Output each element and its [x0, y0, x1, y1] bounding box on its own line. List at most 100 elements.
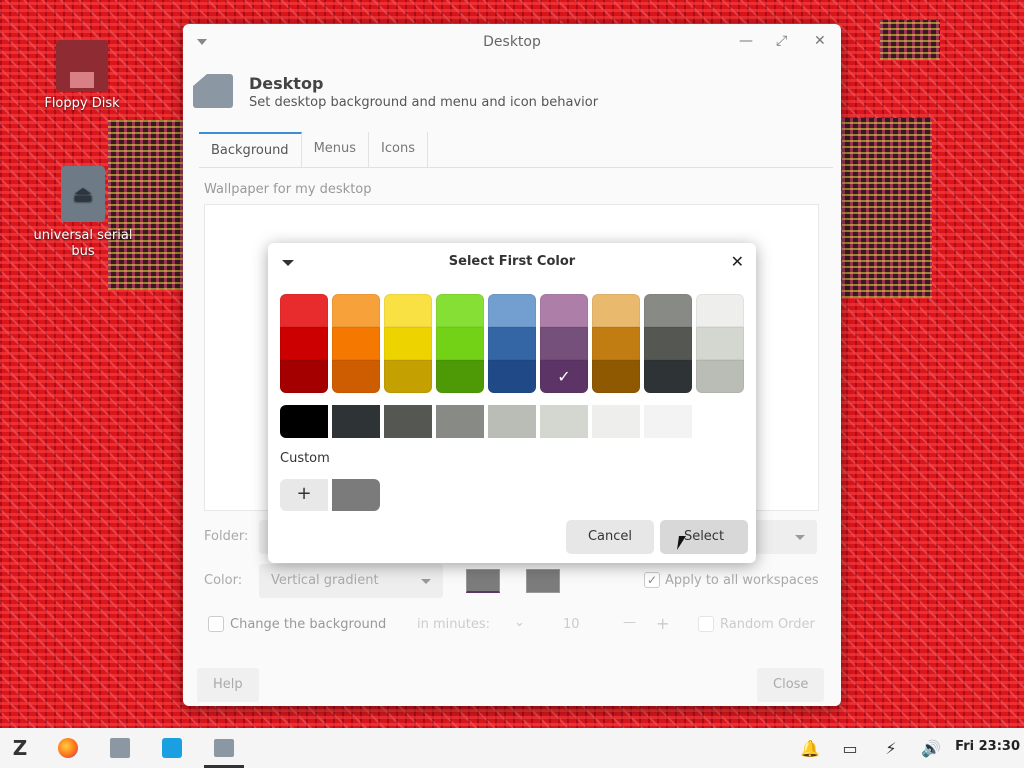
desktop-settings-icon[interactable] — [210, 734, 238, 762]
color-swatch[interactable] — [592, 294, 640, 327]
desktop-icon-label: Floppy Disk — [44, 96, 120, 111]
chevron-down-icon — [795, 535, 805, 540]
color-label: Color: — [204, 573, 243, 588]
chevron-down-icon: ⌄ — [514, 615, 525, 630]
display-icon[interactable]: ▭ — [836, 734, 864, 762]
color-palette: ✓ — [280, 294, 744, 393]
close-icon[interactable]: ✕ — [814, 33, 826, 49]
clock[interactable]: Fri 23:30 — [955, 739, 1020, 754]
color-swatch[interactable] — [696, 327, 744, 360]
floppy-disk-icon — [56, 40, 108, 92]
gray-swatch[interactable] — [488, 405, 536, 438]
gray-swatch[interactable] — [384, 405, 432, 438]
interval-unit-combo[interactable]: in minutes: — [417, 617, 490, 632]
folder-label: Folder: — [204, 529, 249, 544]
color-swatch[interactable] — [384, 360, 432, 393]
color-swatch[interactable] — [696, 294, 744, 327]
custom-label: Custom — [280, 451, 330, 466]
wallpaper-label: Wallpaper for my desktop — [204, 182, 372, 197]
color-swatch[interactable] — [540, 294, 588, 327]
color-swatch[interactable] — [592, 360, 640, 393]
gray-swatch[interactable] — [696, 405, 744, 438]
second-color-button[interactable] — [526, 569, 560, 593]
tab-icons[interactable]: Icons — [369, 132, 428, 167]
minimize-icon[interactable]: — — [739, 33, 753, 49]
color-swatch[interactable] — [436, 360, 484, 393]
desktop-icon-label: universal serial bus — [33, 228, 133, 259]
color-mode-combo[interactable]: Vertical gradient — [259, 564, 443, 598]
color-swatch[interactable] — [280, 294, 328, 327]
color-swatch[interactable] — [436, 294, 484, 327]
firefox-icon[interactable] — [54, 734, 82, 762]
color-swatch[interactable] — [644, 327, 692, 360]
desktop-app-icon — [193, 74, 233, 108]
color-swatch[interactable] — [540, 327, 588, 360]
gray-palette — [280, 405, 744, 438]
color-swatch[interactable] — [332, 327, 380, 360]
color-swatch[interactable] — [644, 360, 692, 393]
color-swatch-selected[interactable]: ✓ — [540, 360, 588, 393]
custom-color-swatch[interactable] — [332, 479, 380, 511]
palette-column — [488, 294, 536, 393]
app-header: Desktop Set desktop background and menu … — [193, 74, 598, 110]
color-swatch[interactable] — [488, 294, 536, 327]
maximize-icon[interactable]: ⤢ — [776, 33, 787, 49]
color-swatch[interactable] — [488, 360, 536, 393]
app-name: Desktop — [249, 74, 324, 93]
gray-swatch[interactable] — [644, 405, 692, 438]
color-swatch[interactable] — [332, 294, 380, 327]
help-button[interactable]: Help — [197, 668, 259, 702]
close-icon[interactable]: ✕ — [731, 252, 744, 271]
checkmark-icon: ✓ — [557, 367, 571, 386]
interval-value[interactable]: 10 — [563, 617, 580, 632]
random-order-checkbox[interactable] — [698, 616, 714, 632]
gray-swatch[interactable] — [436, 405, 484, 438]
dialog-title: Select First Color — [448, 254, 576, 269]
color-mode-value: Vertical gradient — [271, 573, 379, 588]
change-background-checkbox[interactable] — [208, 616, 224, 632]
software-store-icon[interactable] — [158, 734, 186, 762]
apply-all-checkbox[interactable]: ✓ — [644, 572, 660, 588]
tab-background[interactable]: Background — [199, 132, 302, 167]
gray-swatch[interactable] — [280, 405, 328, 438]
gray-swatch[interactable] — [592, 405, 640, 438]
app-description: Set desktop background and menu and icon… — [249, 95, 599, 110]
tab-bar: Background Menus Icons — [199, 132, 833, 168]
gray-swatch[interactable] — [332, 405, 380, 438]
color-swatch[interactable] — [384, 294, 432, 327]
palette-column — [436, 294, 484, 393]
color-swatch[interactable] — [280, 360, 328, 393]
gray-swatch[interactable] — [540, 405, 588, 438]
color-swatch[interactable] — [384, 327, 432, 360]
volume-icon[interactable]: 🔊 — [917, 734, 945, 762]
increase-icon[interactable]: + — [656, 614, 669, 633]
color-swatch[interactable] — [488, 327, 536, 360]
power-icon[interactable]: ⚡ — [877, 734, 905, 762]
files-icon[interactable] — [106, 734, 134, 762]
add-custom-color-button[interactable]: + — [280, 479, 328, 511]
color-swatch[interactable] — [592, 327, 640, 360]
color-swatch[interactable] — [280, 327, 328, 360]
decrease-icon[interactable]: — — [623, 615, 636, 630]
palette-column — [280, 294, 328, 393]
window-titlebar: Desktop — ⤢ ✕ — [183, 24, 841, 62]
select-button[interactable]: Select — [660, 520, 748, 554]
palette-column — [384, 294, 432, 393]
palette-column: ✓ — [540, 294, 588, 393]
color-swatch[interactable] — [696, 360, 744, 393]
wallpaper-noise-3 — [880, 20, 940, 60]
desktop-icon-floppy[interactable]: Floppy Disk — [40, 40, 124, 112]
notifications-icon[interactable]: 🔔 — [796, 734, 824, 762]
zorin-menu-icon[interactable]: Z — [6, 734, 34, 762]
close-button[interactable]: Close — [757, 668, 825, 702]
first-color-button[interactable] — [466, 569, 500, 593]
taskbar: Z 🔔 ▭ ⚡ 🔊 Fri 23:30 — [0, 728, 1024, 768]
color-swatch[interactable] — [436, 327, 484, 360]
color-chooser-dialog: Select First Color ✕ ✓ Custom + Cancel S… — [268, 243, 756, 563]
tab-menus[interactable]: Menus — [302, 132, 370, 167]
cancel-button[interactable]: Cancel — [566, 520, 654, 554]
color-swatch[interactable] — [644, 294, 692, 327]
color-swatch[interactable] — [332, 360, 380, 393]
random-order-label: Random Order — [720, 617, 815, 632]
desktop-icon-usb[interactable]: ⏏ universal serial bus — [28, 166, 138, 260]
